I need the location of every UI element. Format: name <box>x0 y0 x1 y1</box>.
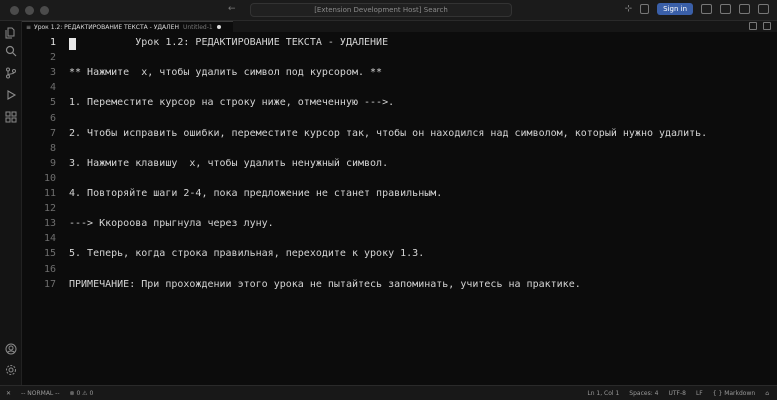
toggle-secondary-sidebar-icon[interactable] <box>739 4 750 14</box>
line-text: Урок 1.2: РЕДАКТИРОВАНИЕ ТЕКСТА - УДАЛЕН… <box>69 37 389 48</box>
editor-line[interactable]: 10 <box>22 173 777 186</box>
editor-line[interactable]: 9 3. Нажмите клавишу x, чтобы удалить нен… <box>22 158 777 171</box>
editor-tab-bar: ≡ Урок 1.2: РЕДАКТИРОВАНИЕ ТЕКСТА - УДАЛ… <box>22 21 777 32</box>
editor-line[interactable]: 11 4. Повторяйте шаги 2-4, пока предложен… <box>22 188 777 201</box>
line-text: 1. Переместите курсор на строку ниже, от… <box>69 97 395 109</box>
title-bar: ← → [Extension Development Host] Search … <box>0 0 777 21</box>
editor-line[interactable]: 14 <box>22 233 777 246</box>
split-editor-icon[interactable] <box>749 22 757 30</box>
editor-line[interactable]: 3 ** Нажмите x, чтобы удалить символ под … <box>22 67 777 80</box>
line-number: 17 <box>43 278 56 290</box>
line-text: 3. Нажмите клавишу x, чтобы удалить нену… <box>69 157 389 169</box>
tab-description: Untitled-1 <box>182 23 213 31</box>
editor-line[interactable]: 13 ---> Ккороова прыгнула через луну. <box>22 218 777 231</box>
line-number: 7 <box>49 127 56 139</box>
sign-in-button[interactable]: Sign in <box>657 3 693 15</box>
command-center-label: [Extension Development Host] Search <box>314 6 448 14</box>
maximize-window-button[interactable] <box>40 5 49 15</box>
editor-line[interactable]: 16 <box>22 264 777 277</box>
line-text: ** Нажмите x, чтобы удалить символ под к… <box>69 67 383 79</box>
line-number: 11 <box>43 188 56 199</box>
line-number: 6 <box>49 112 56 124</box>
line-text: ---> Ккороова прыгнула через луну. <box>69 218 274 230</box>
line-number: 16 <box>43 263 56 275</box>
customize-layout-icon[interactable] <box>758 4 769 14</box>
editor-line[interactable]: 7 2. Чтобы исправить ошибки, переместите … <box>22 128 777 141</box>
indentation-indicator[interactable]: Spaces: 4 <box>629 390 658 397</box>
copilot-icon[interactable]: ⊹ <box>625 4 633 14</box>
cursor-position[interactable]: Ln 1, Col 1 <box>587 390 619 397</box>
remote-indicator-icon[interactable]: ✕ <box>6 390 11 397</box>
editor-line[interactable]: 12 <box>22 203 777 216</box>
line-number: 13 <box>43 218 56 230</box>
line-number: 5 <box>49 97 56 109</box>
extensions-icon[interactable] <box>5 111 17 123</box>
encoding-indicator[interactable]: UTF-8 <box>668 390 686 397</box>
editor-line[interactable]: 8 <box>22 143 777 156</box>
line-text: 2. Чтобы исправить ошибки, переместите к… <box>69 127 708 139</box>
explorer-icon[interactable] <box>5 27 17 39</box>
close-window-button[interactable] <box>10 5 19 15</box>
editor-line[interactable]: 1 Урок 1.2: РЕДАКТИРОВАНИЕ ТЕКСТА - УДАЛ… <box>22 37 777 50</box>
account-icon[interactable] <box>5 343 17 355</box>
vim-mode-indicator: -- NORMAL -- <box>21 390 60 397</box>
editor-line[interactable]: 4 <box>22 82 777 95</box>
language-mode-indicator[interactable]: { } Markdown <box>713 390 755 397</box>
tab-title: Урок 1.2: РЕДАКТИРОВАНИЕ ТЕКСТА - УДАЛЕН <box>34 23 179 31</box>
settings-gear-icon[interactable] <box>5 364 17 376</box>
more-actions-icon[interactable] <box>763 22 771 30</box>
line-number: 14 <box>43 233 56 245</box>
minimize-window-button[interactable] <box>25 5 34 15</box>
editor-line[interactable]: 17 ПРИМЕЧАНИЕ: При прохождении этого урок… <box>22 279 777 292</box>
line-number: 8 <box>49 142 56 154</box>
notifications-bell-icon[interactable]: ⌂ <box>765 390 769 397</box>
run-debug-icon[interactable] <box>5 89 17 101</box>
line-number: 12 <box>43 203 56 215</box>
editor-line[interactable]: 5 1. Переместите курсор на строку ниже, о… <box>22 97 777 110</box>
line-number: 10 <box>43 172 56 184</box>
code-editor[interactable]: 1 Урок 1.2: РЕДАКТИРОВАНИЕ ТЕКСТА - УДАЛ… <box>22 32 777 385</box>
eol-indicator[interactable]: LF <box>696 390 703 397</box>
editor-line[interactable]: 15 5. Теперь, когда строка правильная, пе… <box>22 248 777 261</box>
line-number: 1 <box>49 37 56 48</box>
line-number: 2 <box>49 52 56 64</box>
command-center-search[interactable]: [Extension Development Host] Search <box>250 3 512 17</box>
layout-toggle-icon[interactable] <box>640 4 650 14</box>
editor-line[interactable]: 2 <box>22 52 777 65</box>
tab-lesson-1-2[interactable]: ≡ Урок 1.2: РЕДАКТИРОВАНИЕ ТЕКСТА - УДАЛ… <box>22 21 233 32</box>
line-number: 9 <box>49 157 56 169</box>
search-icon[interactable] <box>5 45 17 57</box>
source-control-icon[interactable] <box>5 67 17 79</box>
activity-bar <box>0 21 22 385</box>
markdown-file-icon: ≡ <box>26 23 32 31</box>
toggle-sidebar-icon[interactable] <box>701 4 712 14</box>
line-text: 5. Теперь, когда строка правильная, пере… <box>69 248 425 260</box>
toggle-panel-icon[interactable] <box>720 4 731 14</box>
status-bar: ✕ -- NORMAL -- ⊗ 0 ⚠ 0 Ln 1, Col 1 Space… <box>0 385 777 400</box>
line-text: ПРИМЕЧАНИЕ: При прохождении этого урока … <box>69 278 581 290</box>
problems-indicator[interactable]: ⊗ 0 ⚠ 0 <box>70 390 94 397</box>
window-controls <box>10 5 49 15</box>
unsaved-dot-icon[interactable] <box>216 25 221 29</box>
line-text: 4. Повторяйте шаги 2-4, пока предложение… <box>69 188 443 199</box>
line-number: 4 <box>49 82 56 94</box>
editor-line[interactable]: 6 <box>22 113 777 126</box>
line-number: 15 <box>43 248 56 260</box>
line-number: 3 <box>49 67 56 79</box>
